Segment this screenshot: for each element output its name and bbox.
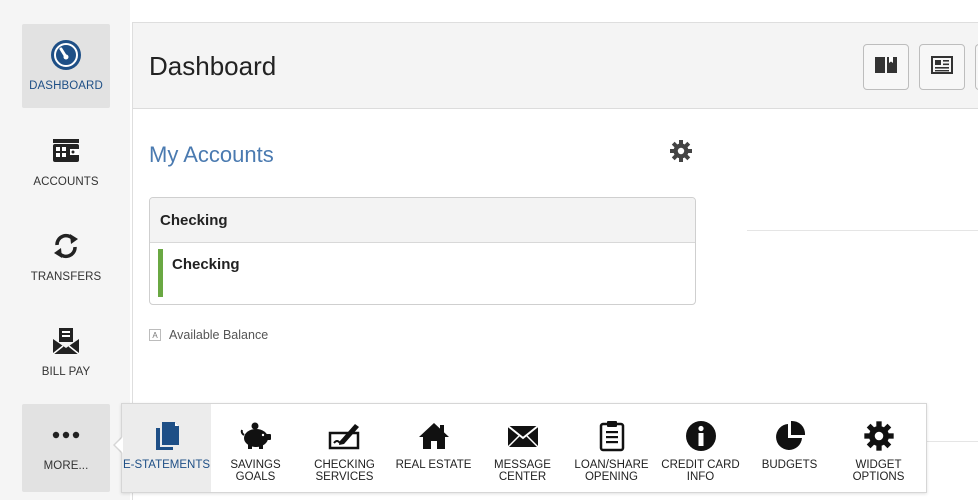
bill-pay-envelope-icon bbox=[49, 324, 83, 358]
envelope-icon bbox=[506, 419, 540, 453]
wallet-icon bbox=[49, 134, 83, 168]
house-icon bbox=[417, 419, 451, 453]
more-item-label: E-STATEMENTS bbox=[122, 459, 211, 471]
page-title: Dashboard bbox=[149, 51, 277, 81]
more-item-label: LOAN/SHARE OPENING bbox=[574, 459, 649, 483]
more-item-label: BUDGETS bbox=[761, 459, 818, 471]
more-item-widget-options[interactable]: WIDGET OPTIONS bbox=[834, 404, 923, 492]
account-group-title[interactable]: Checking bbox=[150, 198, 695, 243]
sidebar-nav: DASHBOARD ACCOUNTS TRANSFERS BILL PAY MO… bbox=[0, 0, 130, 500]
sidebar-item-label: DASHBOARD bbox=[29, 80, 103, 92]
sidebar-item-bill-pay[interactable]: BILL PAY bbox=[22, 310, 110, 394]
account-accent-bar bbox=[158, 249, 163, 297]
more-item-loan-share-opening[interactable]: LOAN/SHARE OPENING bbox=[567, 404, 656, 492]
more-item-label: WIDGET OPTIONS bbox=[852, 459, 905, 483]
more-item-label: REAL ESTATE bbox=[395, 459, 472, 471]
more-item-checking-services[interactable]: CHECKING SERVICES bbox=[300, 404, 389, 492]
account-row[interactable]: Checking bbox=[150, 243, 695, 304]
gear-icon[interactable] bbox=[669, 139, 693, 163]
sidebar-item-label: ACCOUNTS bbox=[33, 176, 99, 188]
newspaper-view-button[interactable] bbox=[919, 44, 965, 90]
more-item-label: MESSAGE CENTER bbox=[494, 459, 551, 483]
transfer-arrows-icon bbox=[49, 229, 83, 263]
more-item-credit-card-info[interactable]: CREDIT CARD INFO bbox=[656, 404, 745, 492]
pie-chart-icon bbox=[773, 419, 807, 453]
sidebar-item-label: TRANSFERS bbox=[30, 271, 102, 283]
more-dots-icon bbox=[49, 418, 83, 452]
clipboard-icon bbox=[595, 419, 629, 453]
sidebar-item-label: BILL PAY bbox=[41, 366, 91, 378]
newspaper-icon bbox=[931, 55, 953, 80]
legend-key: A bbox=[149, 329, 161, 341]
check-pen-icon bbox=[328, 419, 362, 453]
more-item-real-estate[interactable]: REAL ESTATE bbox=[389, 404, 478, 492]
more-item-label: CHECKING SERVICES bbox=[314, 459, 375, 483]
sidebar-item-dashboard[interactable]: DASHBOARD bbox=[22, 24, 110, 108]
sidebar-item-label: MORE... bbox=[43, 460, 89, 472]
sidebar-item-more[interactable]: MORE... bbox=[22, 404, 110, 492]
drawer-pointer-inner bbox=[115, 437, 123, 453]
more-item-budgets[interactable]: BUDGETS bbox=[745, 404, 834, 492]
piggy-bank-icon bbox=[239, 419, 273, 453]
more-item-label: CREDIT CARD INFO bbox=[661, 459, 740, 483]
checking-account-group: Checking Checking bbox=[149, 197, 696, 305]
page-header: Dashboard bbox=[133, 23, 978, 109]
right-column-divider bbox=[747, 230, 978, 231]
book-icon bbox=[874, 55, 898, 80]
more-menu-drawer: E-STATEMENTS SAVINGS GOALS CHECKING SERV bbox=[121, 403, 927, 493]
more-item-savings-goals[interactable]: SAVINGS GOALS bbox=[211, 404, 300, 492]
gear-icon bbox=[862, 419, 896, 453]
balance-legend: A Available Balance bbox=[149, 328, 268, 342]
more-item-label: SAVINGS GOALS bbox=[230, 459, 281, 483]
more-item-e-statements[interactable]: E-STATEMENTS bbox=[122, 404, 211, 492]
legend-text: Available Balance bbox=[169, 328, 269, 342]
sidebar-item-transfers[interactable]: TRANSFERS bbox=[22, 215, 110, 299]
book-view-button[interactable] bbox=[863, 44, 909, 90]
more-item-message-center[interactable]: MESSAGE CENTER bbox=[478, 404, 567, 492]
sidebar-item-accounts[interactable]: ACCOUNTS bbox=[22, 120, 110, 204]
account-name: Checking bbox=[172, 256, 240, 273]
my-accounts-title: My Accounts bbox=[149, 142, 274, 167]
document-icon bbox=[150, 419, 184, 453]
dashboard-gauge-icon bbox=[49, 38, 83, 72]
info-icon bbox=[684, 419, 718, 453]
